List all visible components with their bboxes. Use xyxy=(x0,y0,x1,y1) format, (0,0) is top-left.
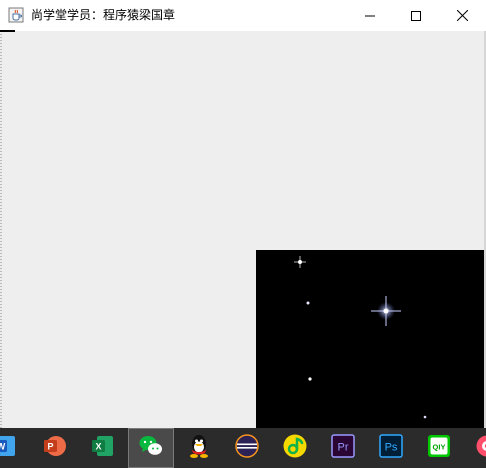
powerpoint-letter: P xyxy=(47,442,53,452)
star xyxy=(371,296,401,326)
taskbar-photoshop[interactable]: Ps xyxy=(368,428,414,468)
taskbar-eclipse[interactable] xyxy=(224,428,270,468)
qq-icon xyxy=(188,433,210,463)
iqiyi-icon: QIY xyxy=(427,434,451,462)
qq-music-icon xyxy=(282,433,308,463)
taskbar-iqiyi[interactable]: QIY xyxy=(416,428,462,468)
close-button[interactable] xyxy=(439,0,485,31)
minimize-icon xyxy=(365,6,375,25)
media-player-icon xyxy=(475,434,486,462)
taskbar-word[interactable]: W xyxy=(0,428,28,468)
java-cup-icon[interactable] xyxy=(8,7,24,23)
close-icon xyxy=(456,6,468,25)
taskbar-excel[interactable]: X xyxy=(79,428,125,468)
taskbar-wechat[interactable] xyxy=(128,428,174,468)
eclipse-icon xyxy=(234,433,260,463)
taskbar-qq[interactable] xyxy=(176,428,222,468)
taskbar-powerpoint[interactable]: P xyxy=(31,428,77,468)
word-icon: W xyxy=(0,434,17,462)
star xyxy=(294,256,306,268)
star xyxy=(423,415,427,419)
wechat-icon xyxy=(138,434,164,462)
minimize-button[interactable] xyxy=(347,0,393,31)
taskbar-qq-music[interactable] xyxy=(272,428,318,468)
premiere-pro-icon: Pr xyxy=(331,434,355,462)
taskbar-premiere-pro[interactable]: Pr xyxy=(320,428,366,468)
window-title: 尚学堂学员：程序猿梁国章 xyxy=(31,8,176,22)
iqiyi-letter: QIY xyxy=(433,443,446,452)
word-letter: W xyxy=(0,442,6,452)
photoshop-letter: Ps xyxy=(385,442,398,454)
excel-icon: X xyxy=(89,433,115,463)
taskbar-media-player[interactable] xyxy=(464,428,486,468)
powerpoint-icon: P xyxy=(41,433,67,463)
left-edge xyxy=(0,31,2,428)
taskbar: W P X Pr Ps QIY xyxy=(0,428,486,468)
maximize-button[interactable] xyxy=(393,0,439,31)
excel-letter: X xyxy=(95,442,101,452)
star xyxy=(308,377,312,381)
title-bar[interactable]: 尚学堂学员：程序猿梁国章 xyxy=(0,0,486,31)
maximize-icon xyxy=(411,6,421,25)
photoshop-icon: Ps xyxy=(379,434,403,462)
star xyxy=(306,301,310,305)
corner-mark xyxy=(0,30,15,32)
premiere-pro-letter: Pr xyxy=(338,442,349,454)
starfield-image xyxy=(256,250,484,428)
